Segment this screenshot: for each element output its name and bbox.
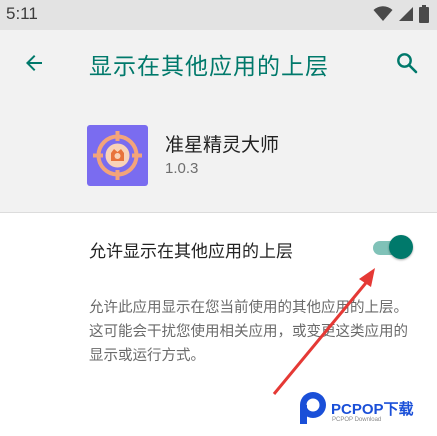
toggle-thumb: [389, 235, 413, 259]
battery-icon: [419, 5, 429, 27]
app-bar: 显示在其他应用的上层: [0, 30, 437, 100]
page-title: 显示在其他应用的上层: [89, 54, 329, 80]
watermark: PCPOP下载 PCPOP Download: [297, 388, 437, 432]
signal-icon: [398, 6, 414, 26]
back-button[interactable]: [14, 47, 54, 83]
setting-label: 允许显示在其他应用的上层: [89, 242, 293, 262]
search-button[interactable]: [387, 45, 427, 85]
watermark-logo-icon: [297, 390, 329, 430]
app-version: 1.0.3: [165, 160, 199, 177]
overlay-permission-toggle[interactable]: [369, 233, 415, 261]
watermark-subtext: PCPOP Download: [332, 417, 382, 423]
status-time: 5:11: [6, 4, 38, 23]
wifi-icon: [373, 6, 393, 26]
status-bar: 5:11: [0, 0, 437, 30]
crosshair-app-icon: [87, 125, 148, 186]
watermark-text: PCPOP下载: [331, 401, 414, 418]
status-icons: [373, 5, 429, 27]
app-name: 准星精灵大师: [165, 134, 280, 156]
arrow-left-icon: [22, 51, 46, 79]
app-header: 准星精灵大师 1.0.3: [0, 100, 437, 212]
search-icon: [395, 51, 419, 79]
permission-description: 允许此应用显示在您当前使用的其他应用的上层。这可能会干扰您使用相关应用，或变更这…: [89, 300, 408, 364]
screen: 5:11 显示在其他应用的上层 准星精灵大师 1.0.3 允许显示在其他应用的上…: [0, 0, 437, 436]
overlay-permission-row[interactable]: 允许显示在其他应用的上层: [0, 213, 437, 281]
